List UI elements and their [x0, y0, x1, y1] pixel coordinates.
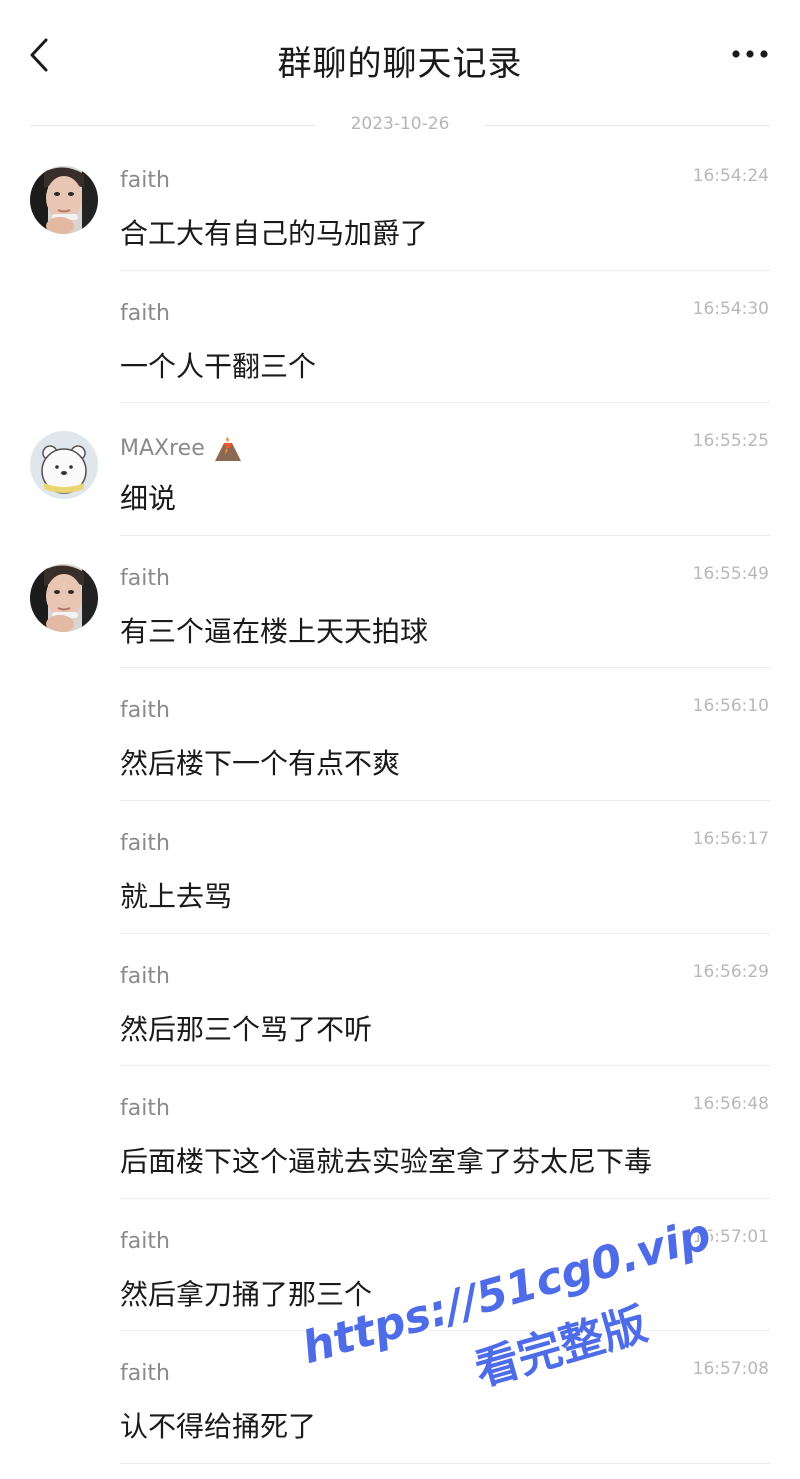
sender-name: faith: [120, 1228, 170, 1254]
sender-name: MAXree: [120, 433, 243, 463]
sender-name: faith: [120, 963, 170, 989]
message-item[interactable]: faith 16:57:01 然后拿刀捅了那三个: [0, 1207, 800, 1340]
message-time: 16:56:10: [692, 696, 769, 717]
divider: [120, 534, 770, 536]
person-avatar-image: [30, 563, 98, 632]
sender-name: faith: [120, 1361, 170, 1387]
message-time: 16:56:29: [692, 961, 769, 982]
more-horizontal-icon: [732, 50, 768, 58]
divider: [120, 799, 770, 801]
message-text: 有三个逼在楼上天天拍球: [120, 614, 429, 648]
date-separator: 2023-10-26: [30, 112, 770, 140]
message-time: 16:54:24: [692, 166, 769, 186]
divider: [120, 269, 770, 271]
sender-name: faith: [120, 168, 170, 193]
message-item[interactable]: faith 16:57:08 认不得给捅死了: [0, 1339, 800, 1472]
message-time: 16:56:48: [692, 1094, 769, 1115]
divider: [120, 1065, 770, 1067]
message-time: 16:56:17: [692, 828, 769, 849]
avatar-faith[interactable]: [30, 563, 98, 632]
message-item[interactable]: MAXree 16:55:25 细说: [0, 411, 800, 544]
volcano-icon: [214, 437, 241, 462]
message-text: 然后楼下一个有点不爽: [120, 747, 401, 781]
message-item[interactable]: faith 16:56:29 然后那三个骂了不听: [0, 942, 800, 1075]
message-text: 认不得给捅死了: [120, 1410, 317, 1444]
sender-name: faith: [120, 565, 170, 591]
divider: [120, 1197, 770, 1199]
divider: [485, 125, 770, 126]
bear-avatar-image: [30, 431, 98, 500]
person-avatar-image: [30, 166, 98, 234]
message-item[interactable]: faith 16:56:10 然后楼下一个有点不爽: [0, 676, 800, 809]
message-item[interactable]: faith 16:55:49 有三个逼在楼上天天拍球: [0, 544, 800, 677]
divider: [120, 1462, 770, 1464]
message-text: 后面楼下这个逼就去实验室拿了芬太尼下毒: [120, 1145, 653, 1179]
date-label: 2023-10-26: [350, 114, 450, 134]
top-bar: 群聊的聊天记录: [0, 0, 800, 118]
divider: [120, 1330, 770, 1332]
divider: [120, 667, 770, 669]
message-item[interactable]: faith 16:54:30 一个人干翻三个: [0, 279, 800, 412]
message-time: 16:57:08: [692, 1359, 769, 1380]
sender-name: faith: [120, 300, 170, 326]
divider: [120, 932, 770, 934]
sender-name: faith: [120, 830, 170, 856]
message-list: faith 16:54:24 合工大有自己的马加爵了 faith 16:54:3…: [0, 146, 800, 1472]
sender-name: faith: [120, 1096, 170, 1122]
message-item[interactable]: faith 16:56:48 后面楼下这个逼就去实验室拿了芬太尼下毒: [0, 1074, 800, 1207]
message-time: 16:57:01: [692, 1226, 769, 1247]
avatar-maxree[interactable]: [30, 431, 98, 500]
message-time: 16:55:25: [692, 431, 769, 452]
sender-name: faith: [120, 698, 170, 724]
avatar-faith[interactable]: [30, 166, 98, 234]
message-time: 16:55:49: [692, 563, 769, 584]
message-text: 就上去骂: [120, 879, 233, 913]
message-item[interactable]: faith 16:56:17 就上去骂: [0, 809, 800, 942]
message-text: 合工大有自己的马加爵了: [120, 217, 429, 250]
message-text: 然后拿刀捅了那三个: [120, 1277, 373, 1311]
message-text: 然后那三个骂了不听: [120, 1012, 373, 1046]
divider: [120, 402, 770, 404]
page-title: 群聊的聊天记录: [277, 44, 523, 84]
message-time: 16:54:30: [692, 298, 769, 319]
message-item[interactable]: faith 16:54:24 合工大有自己的马加爵了: [0, 146, 800, 279]
message-text: 细说: [120, 482, 177, 516]
message-text: 一个人干翻三个: [120, 349, 317, 383]
more-button[interactable]: [728, 36, 774, 72]
